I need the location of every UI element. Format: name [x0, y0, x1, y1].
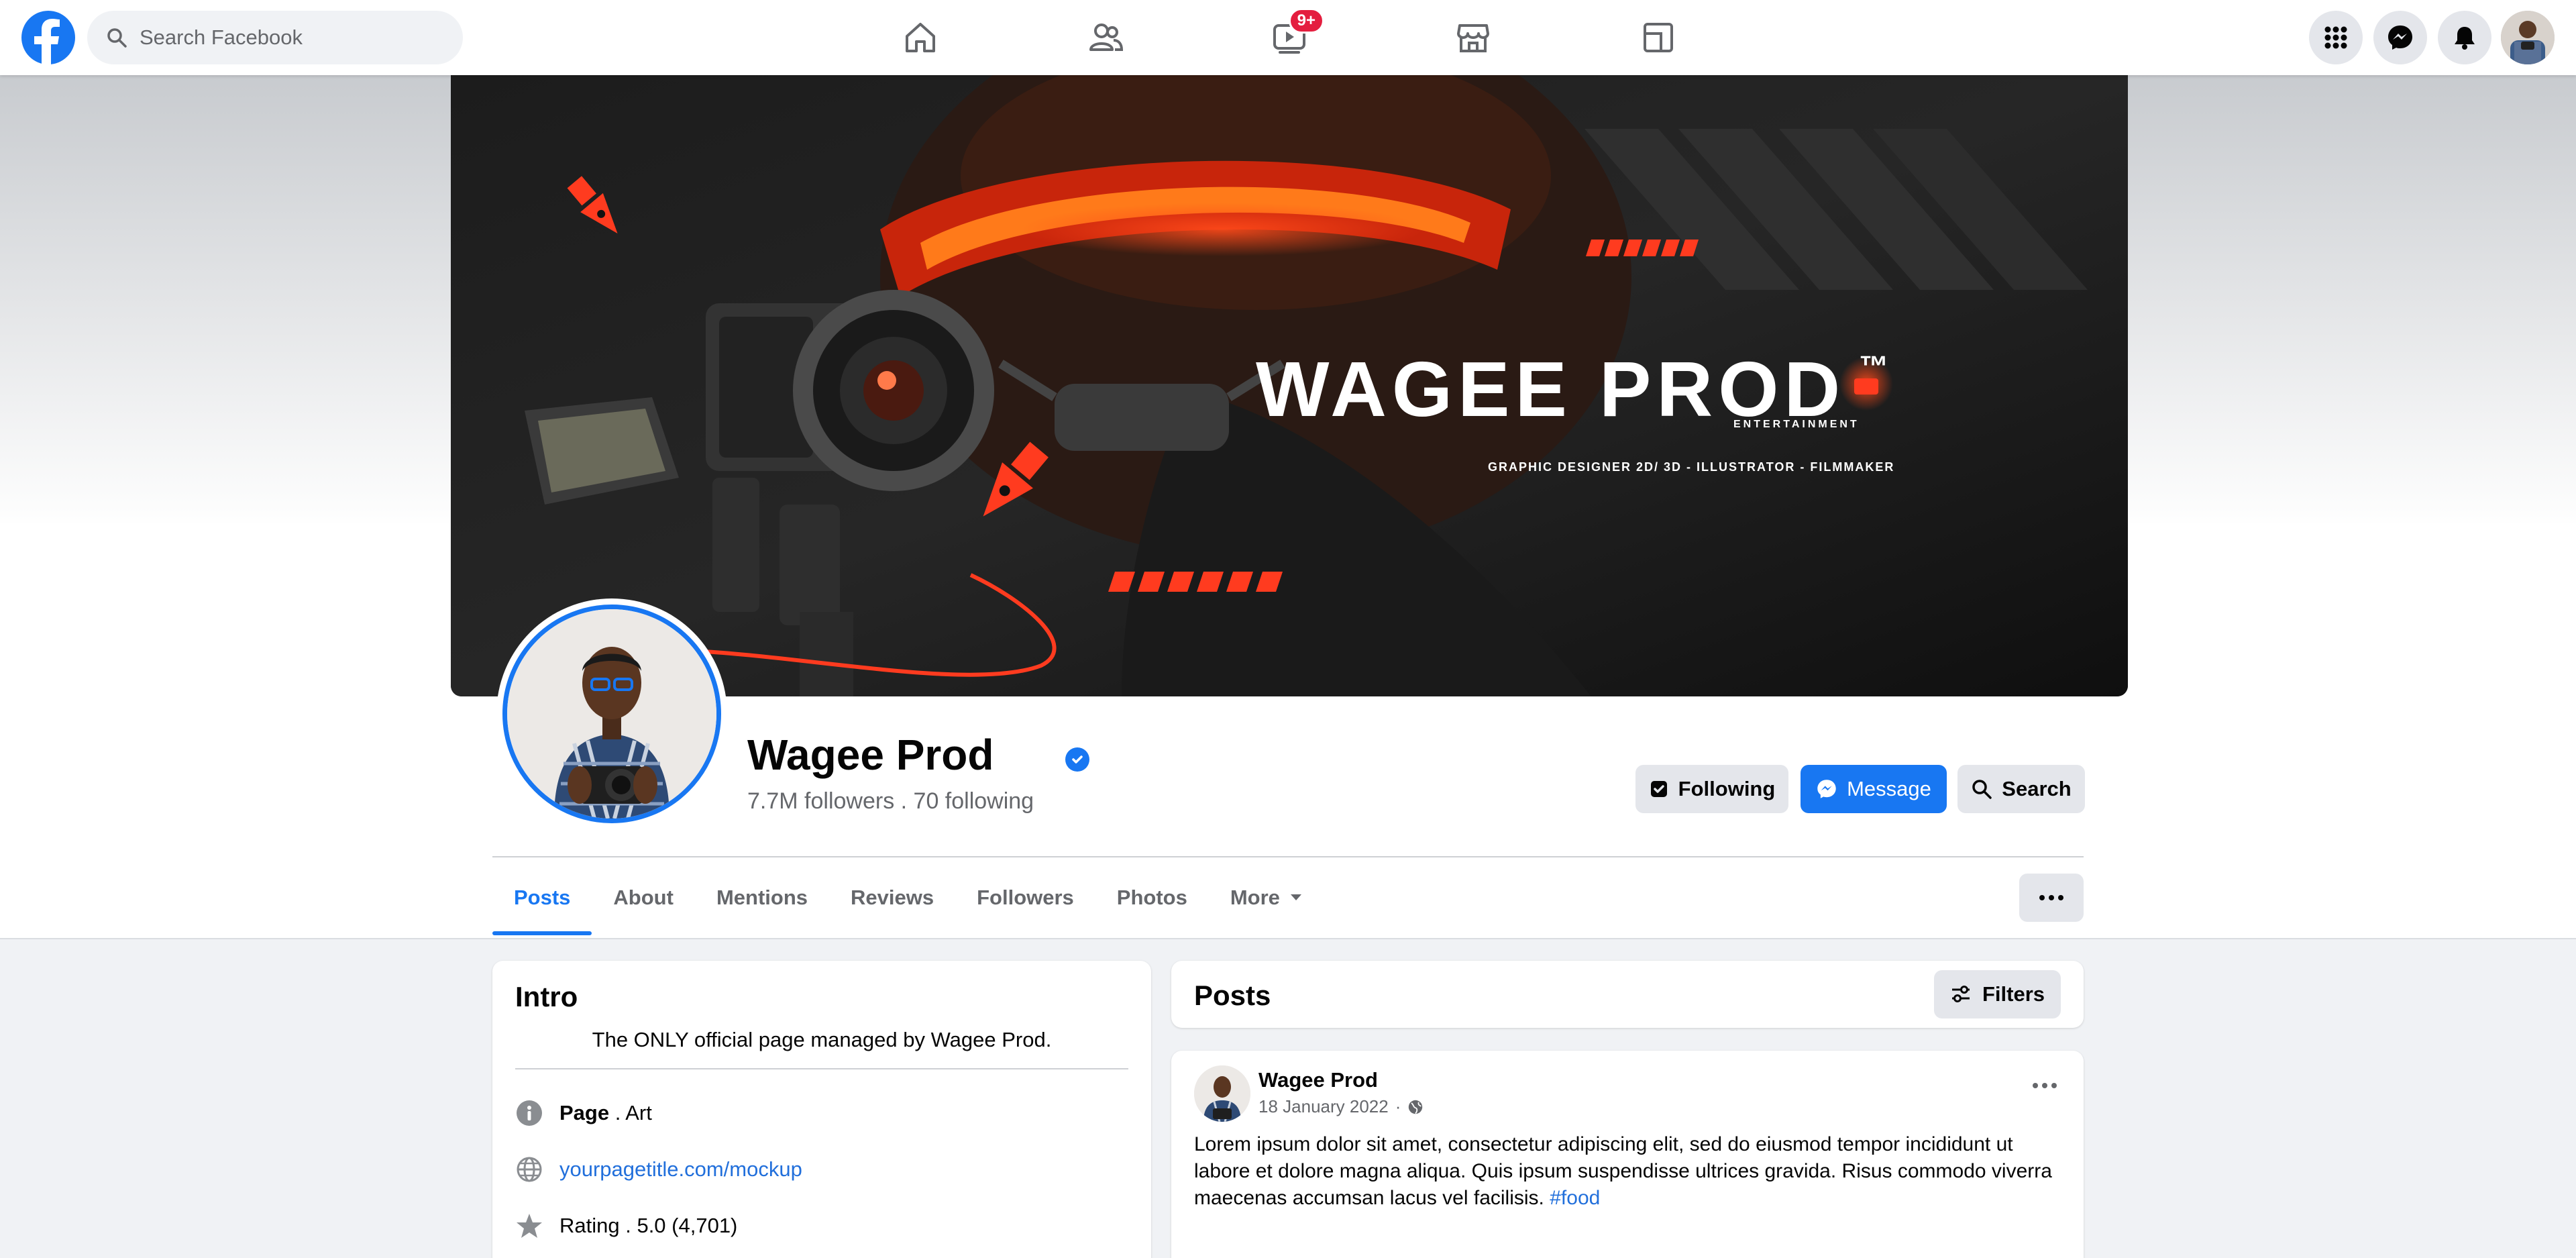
intro-bio: The ONLY official page managed by Wagee … — [592, 1028, 1052, 1051]
post-text: Lorem ipsum dolor sit amet, consectetur … — [1194, 1133, 2052, 1209]
more-options-button[interactable] — [2019, 874, 2084, 922]
post-body: Lorem ipsum dolor sit amet, consectetur … — [1194, 1131, 2066, 1212]
messenger-icon — [2388, 25, 2412, 50]
cover-brand-name: WAGEE PROD — [1256, 346, 1846, 433]
header-divider — [492, 856, 2084, 857]
search-input[interactable] — [140, 25, 435, 50]
top-navigation-bar: 9+ — [0, 0, 2576, 75]
follower-stats[interactable]: 7.7M followers . 70 following — [747, 788, 1034, 815]
filters-button[interactable]: Filters — [1933, 970, 2061, 1018]
nav-friends[interactable] — [1065, 13, 1146, 62]
marketplace-icon — [1457, 24, 1489, 52]
ellipsis-icon — [2039, 895, 2045, 900]
ellipsis-icon — [2033, 1083, 2038, 1088]
following-label: Following — [1678, 777, 1776, 800]
facebook-logo-icon[interactable] — [21, 11, 75, 64]
post-author-name[interactable]: Wagee Prod — [1258, 1068, 1378, 1092]
caret-down-icon — [1290, 894, 1301, 900]
gaming-icon — [1644, 23, 1673, 52]
account-avatar[interactable] — [2501, 11, 2555, 64]
post-author-avatar[interactable] — [1194, 1065, 1250, 1122]
intro-website: yourpagetitle.com/mockup — [515, 1155, 802, 1184]
page-title: Wagee Prod — [747, 731, 994, 779]
profile-picture[interactable] — [496, 598, 727, 829]
tab-photos[interactable]: Photos — [1095, 860, 1209, 935]
message-label: Message — [1847, 777, 1931, 800]
intro-page-category: Page . Art — [515, 1099, 652, 1127]
nav-marketplace[interactable] — [1433, 13, 1513, 62]
cover-trademark: ™ — [1859, 350, 1889, 383]
search-icon — [107, 28, 127, 48]
home-icon — [906, 23, 935, 52]
nav-gaming[interactable] — [1618, 13, 1699, 62]
tab-about[interactable]: About — [592, 860, 695, 935]
tab-followers[interactable]: Followers — [955, 860, 1095, 935]
post-date[interactable]: 18 January 2022 — [1258, 1096, 1389, 1117]
tab-reviews[interactable]: Reviews — [829, 860, 955, 935]
search-bar[interactable] — [87, 11, 463, 64]
messenger-icon — [1817, 780, 1836, 798]
menu-button[interactable] — [2309, 11, 2363, 64]
star-icon — [515, 1212, 543, 1240]
post-meta: 18 January 2022 · — [1258, 1096, 1424, 1117]
watch-notification-badge: 9+ — [1288, 8, 1324, 34]
post-hashtag[interactable]: #food — [1550, 1187, 1600, 1209]
header-bottom-border — [0, 938, 2576, 939]
rating-text[interactable]: Rating . 5.0 (4,701) — [559, 1214, 737, 1238]
tab-posts[interactable]: Posts — [492, 860, 592, 935]
search-icon — [1972, 780, 1992, 799]
message-button[interactable]: Message — [1801, 765, 1947, 813]
apps-grid-icon — [2324, 26, 2347, 49]
filters-label: Filters — [1982, 982, 2045, 1006]
profile-picture-frame — [502, 605, 721, 823]
cover-brand-sub: ENTERTAINMENT — [1733, 419, 1860, 430]
verified-badge-icon — [1065, 747, 1089, 772]
bell-icon — [2455, 27, 2475, 50]
meta-separator: · — [1395, 1096, 1401, 1116]
nav-watch[interactable]: 9+ — [1249, 8, 1330, 62]
info-icon — [515, 1099, 543, 1127]
globe-icon — [515, 1155, 543, 1184]
cover-tagline: GRAPHIC DESIGNER 2D/ 3D - ILLUSTRATOR - … — [1488, 460, 1895, 474]
cover-photo[interactable]: WAGEE PROD ™ ENTERTAINMENT GRAPHIC DESIG… — [451, 75, 2128, 696]
post-options-button[interactable] — [2033, 1083, 2057, 1088]
posts-title: Posts — [1194, 980, 1271, 1011]
intro-divider — [515, 1068, 1128, 1069]
intro-rating: Rating . 5.0 (4,701) — [515, 1212, 737, 1240]
messenger-button[interactable] — [2373, 11, 2427, 64]
following-icon — [1650, 781, 1667, 797]
friends-icon — [1089, 23, 1124, 51]
website-link[interactable]: yourpagetitle.com/mockup — [559, 1157, 802, 1182]
tab-mentions[interactable]: Mentions — [695, 860, 829, 935]
intro-title: Intro — [515, 981, 578, 1012]
public-globe-icon — [1409, 1100, 1423, 1114]
filters-icon — [1951, 986, 1970, 1002]
notifications-button[interactable] — [2438, 11, 2491, 64]
page-search-button[interactable]: Search — [1957, 765, 2085, 813]
intro-card: Intro The ONLY official page managed by … — [492, 961, 1151, 1258]
tab-more[interactable]: More — [1209, 860, 1324, 935]
nav-home[interactable] — [880, 13, 961, 62]
posts-header-card: Posts Filters — [1171, 961, 2084, 1028]
following-button[interactable]: Following — [1635, 765, 1788, 813]
cover-brand-text: WAGEE PROD ™ — [1256, 350, 1888, 428]
search-label: Search — [2002, 777, 2072, 800]
post-card: Wagee Prod 18 January 2022 · Lorem ipsum… — [1171, 1051, 2084, 1258]
profile-tabs: Posts About Mentions Reviews Followers P… — [492, 860, 1324, 935]
